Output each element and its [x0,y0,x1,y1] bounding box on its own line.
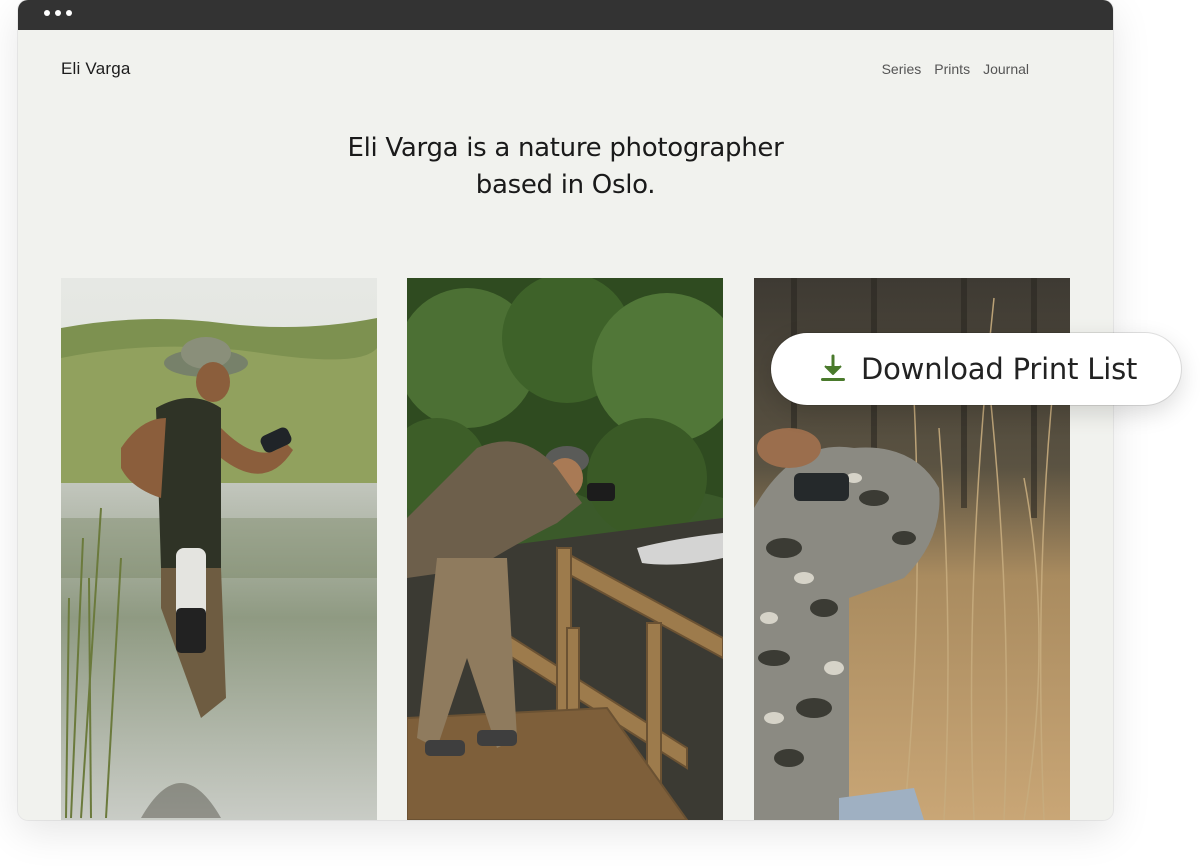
site-nav: Series Prints Journal [882,61,1029,77]
nav-link-journal[interactable]: Journal [983,61,1029,77]
download-icon [821,354,845,381]
photo-wooden-bridge[interactable] [407,278,723,820]
download-print-list-button[interactable]: Download Print List [771,333,1181,405]
photo-wooden-bridge-image [407,278,723,820]
browser-window: Eli Varga Series Prints Journal Eli Varg… [18,0,1113,820]
window-dot[interactable] [66,10,72,16]
photo-wading-lake[interactable] [61,278,377,820]
photo-wading-lake-image [61,278,377,820]
window-dot[interactable] [44,10,50,16]
nav-link-series[interactable]: Series [882,61,922,77]
hero-line-1: Eli Varga is a nature photographer [347,133,784,163]
browser-titlebar [18,0,1113,30]
hero-text: Eli Varga is a nature photographer based… [18,130,1113,204]
window-controls[interactable] [44,10,72,16]
hero-line-2: based in Oslo. [475,170,656,200]
nav-link-prints[interactable]: Prints [934,61,970,77]
window-dot[interactable] [55,10,61,16]
download-print-list-label: Download Print List [861,352,1138,386]
site-brand[interactable]: Eli Varga [61,59,131,79]
